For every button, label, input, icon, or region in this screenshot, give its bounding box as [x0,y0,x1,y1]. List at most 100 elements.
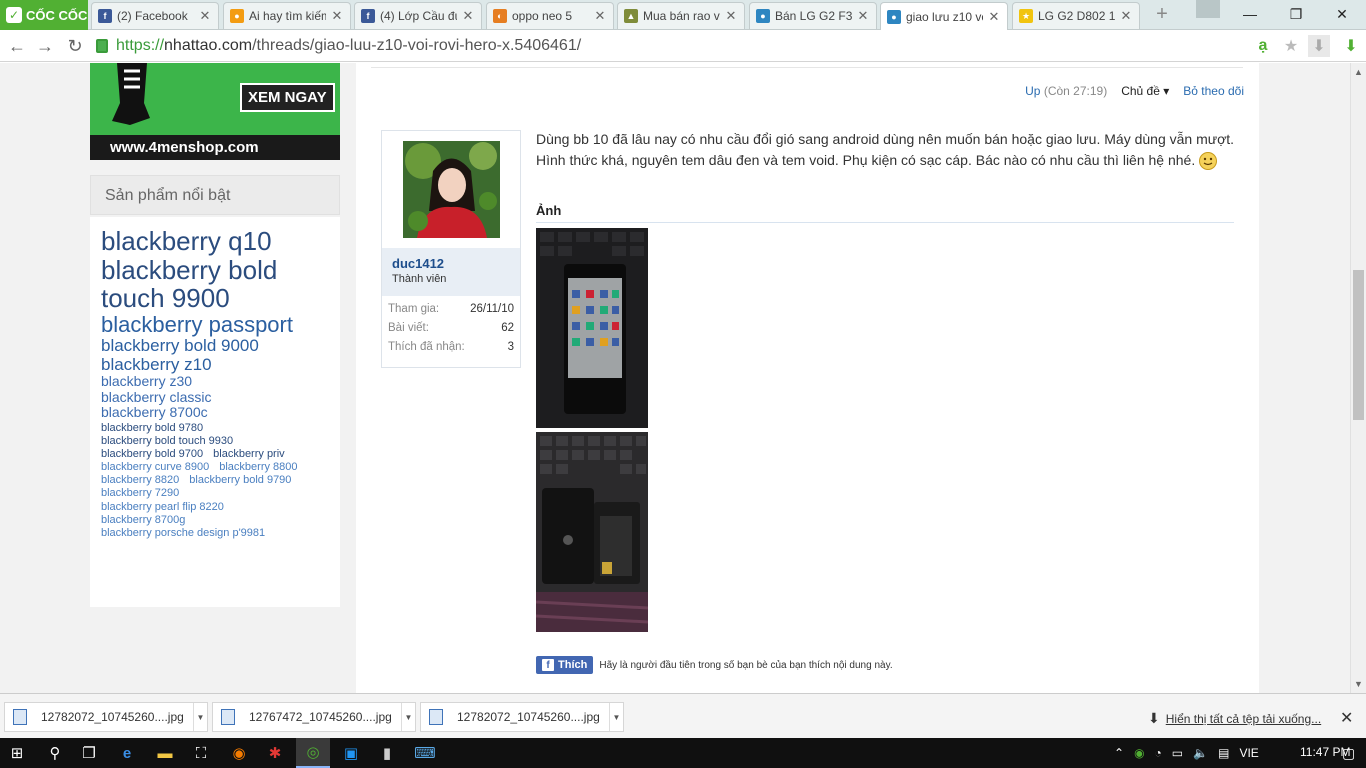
notifications-icon[interactable]: ▢ [1342,745,1355,762]
up-countdown: (Còn 27:19) [1043,84,1108,98]
unfollow-link[interactable]: Bỏ theo dõi [1183,84,1244,98]
tag-link[interactable]: blackberry bold 9780 [101,422,203,434]
tag-link[interactable]: blackberry 8820 [101,474,179,486]
chat-app-icon[interactable]: ▣ [334,738,368,768]
download-item[interactable]: 12782072_10745260....jpg ▼ [420,702,624,732]
close-downloads-icon[interactable]: ✕ [1340,708,1353,728]
battery-icon[interactable]: ▭ [1172,746,1183,760]
attachment-photo-2[interactable] [536,432,648,632]
downloads-bar: 12782072_10745260....jpg ▼ 12767472_107452… [0,693,1366,738]
tag-link[interactable]: blackberry bold 9790 [189,474,291,486]
edge-icon[interactable]: e [110,738,144,768]
firefox-icon[interactable]: ◉ [222,738,256,768]
tab-close-icon[interactable]: ✕ [198,8,212,24]
ad-banner[interactable]: XEM NGAY www.4menshop.com [90,63,340,160]
restore-button[interactable]: ❐ [1276,4,1316,24]
browser-logo[interactable]: ✓ CỐC CỐC [0,0,88,30]
tag-link[interactable]: blackberry classic [101,389,211,405]
xem-ngay-button[interactable]: XEM NGAY [240,83,335,112]
coccoc-translate-icon[interactable]: ạ [1252,35,1274,57]
tab-close-icon[interactable]: ✕ [461,8,475,24]
network-icon[interactable]: ◔ [1155,746,1162,760]
user-stat-label: Tham gia: [388,303,440,315]
coccoc-taskbar-icon[interactable]: ◎ [296,738,330,768]
browser-tab[interactable]: ● Ai hay tìm kiếm ✕ [223,2,351,29]
browser-tab[interactable]: ● Bán LG G2 F320 ✕ [749,2,877,29]
url-field[interactable]: https://nhattao.com/threads/giao-luu-z10… [96,33,1336,59]
coccoc-tray-icon[interactable]: ◉ [1134,746,1144,760]
back-button[interactable]: ← [6,35,28,57]
show-all-downloads-link[interactable]: ⬇ Hiển thị tất cả tệp tải xuống... [1148,710,1321,727]
tag-link[interactable]: blackberry bold touch 9900 [101,255,277,314]
tab-close-icon[interactable]: ✕ [1119,8,1133,24]
bookmark-star-icon[interactable]: ★ [1280,35,1302,57]
download-page-icon[interactable]: ⬇ [1308,35,1330,57]
download-menu-icon[interactable]: ▼ [401,703,415,731]
download-menu-icon[interactable]: ▼ [193,703,207,731]
attachment-photo-1[interactable] [536,228,648,428]
scrollbar-thumb[interactable] [1353,270,1364,420]
tag-link[interactable]: blackberry curve 8900 [101,461,209,473]
scroll-up-arrow-icon[interactable]: ▲ [1354,67,1363,77]
sneaker-icon [112,63,150,125]
volume-icon[interactable]: 🔈 [1193,746,1208,760]
close-window-button[interactable]: ✕ [1322,4,1362,24]
browser-tab[interactable]: f (2) Facebook ✕ [91,2,219,29]
download-arrow-icon[interactable]: ⬇ [1340,35,1362,57]
download-menu-icon[interactable]: ▼ [609,703,623,731]
tag-link[interactable]: blackberry passport [101,312,293,337]
profile-icon[interactable] [1196,0,1220,18]
browser-tab[interactable]: ★ LG G2 D802 16(✕ [1012,2,1140,29]
tag-link[interactable]: blackberry 8700c [101,404,208,420]
download-item[interactable]: 12767472_10745260....jpg ▼ [212,702,416,732]
browser-tab[interactable]: ▲ Mua bán rao vặ ✕ [617,2,745,29]
windows-start-icon[interactable]: ⊞ [0,738,34,768]
username-link[interactable]: duc1412 [392,256,510,271]
browser-tab[interactable]: f (4) Lớp Cầu đư ✕ [354,2,482,29]
facebook-like-button[interactable]: f Thích [536,656,594,674]
task-view-icon[interactable]: ❐ [72,738,106,768]
store-icon[interactable]: ⛶ [184,738,218,768]
tag-link[interactable]: blackberry bold 9000 [101,336,259,355]
browser-tab[interactable]: ● giao lưu z10 vớ ✕ [880,2,1008,30]
topic-menu[interactable]: Chủ đề ▾ [1121,84,1169,98]
tag-link[interactable]: blackberry porsche design p'9981 [101,527,265,539]
tag-link[interactable]: blackberry 8700g [101,514,185,526]
tag-link[interactable]: blackberry 7290 [101,487,179,499]
reload-button[interactable]: ↻ [64,35,86,57]
tag-link[interactable]: blackberry z30 [101,373,192,389]
page-scrollbar[interactable]: ▲ ▼ [1350,63,1366,693]
user-avatar[interactable] [403,141,500,238]
minimize-button[interactable]: — [1230,4,1270,24]
forward-button[interactable]: → [34,35,56,57]
download-filename: 12782072_10745260....jpg [41,710,184,724]
file-explorer-icon[interactable]: ▬ [148,738,182,768]
scroll-down-arrow-icon[interactable]: ▼ [1354,679,1363,689]
user-stat-row: Bài viết: 62 [388,322,514,334]
tag-link[interactable]: blackberry bold touch 9930 [101,435,233,447]
new-tab-button[interactable]: + [1150,4,1174,26]
tab-close-icon[interactable]: ✕ [856,8,870,24]
tab-close-icon[interactable]: ✕ [724,8,738,24]
tag-link[interactable]: blackberry 8800 [219,461,297,473]
tab-close-icon[interactable]: ✕ [593,8,607,24]
tab-close-icon[interactable]: ✕ [330,8,344,24]
tag-link[interactable]: blackberry q10 [101,226,272,256]
tab-title: giao lưu z10 vớ [906,9,983,24]
tab-close-icon[interactable]: ✕ [987,9,1001,25]
language-indicator[interactable]: VIE [1239,746,1258,760]
lock-icon [96,39,108,53]
keyboard-icon[interactable]: ⌨ [408,738,442,768]
up-link[interactable]: Up [1025,84,1040,98]
show-hidden-icons-icon[interactable]: ⌃ [1114,746,1124,760]
download-item[interactable]: 12782072_10745260....jpg ▼ [4,702,208,732]
tag-link[interactable]: blackberry z10 [101,355,212,374]
browser-tab[interactable]: ◐ oppo neo 5 ✕ [486,2,614,29]
tag-link[interactable]: blackberry bold 9700 [101,448,203,460]
phone-app-icon[interactable]: ▮ [370,738,404,768]
message-icon[interactable]: ▤ [1218,746,1229,760]
app-red-icon[interactable]: ✱ [258,738,292,768]
tag-link[interactable]: blackberry priv [213,448,285,460]
search-icon[interactable]: ⚲ [38,738,72,768]
tag-link[interactable]: blackberry pearl flip 8220 [101,501,224,513]
